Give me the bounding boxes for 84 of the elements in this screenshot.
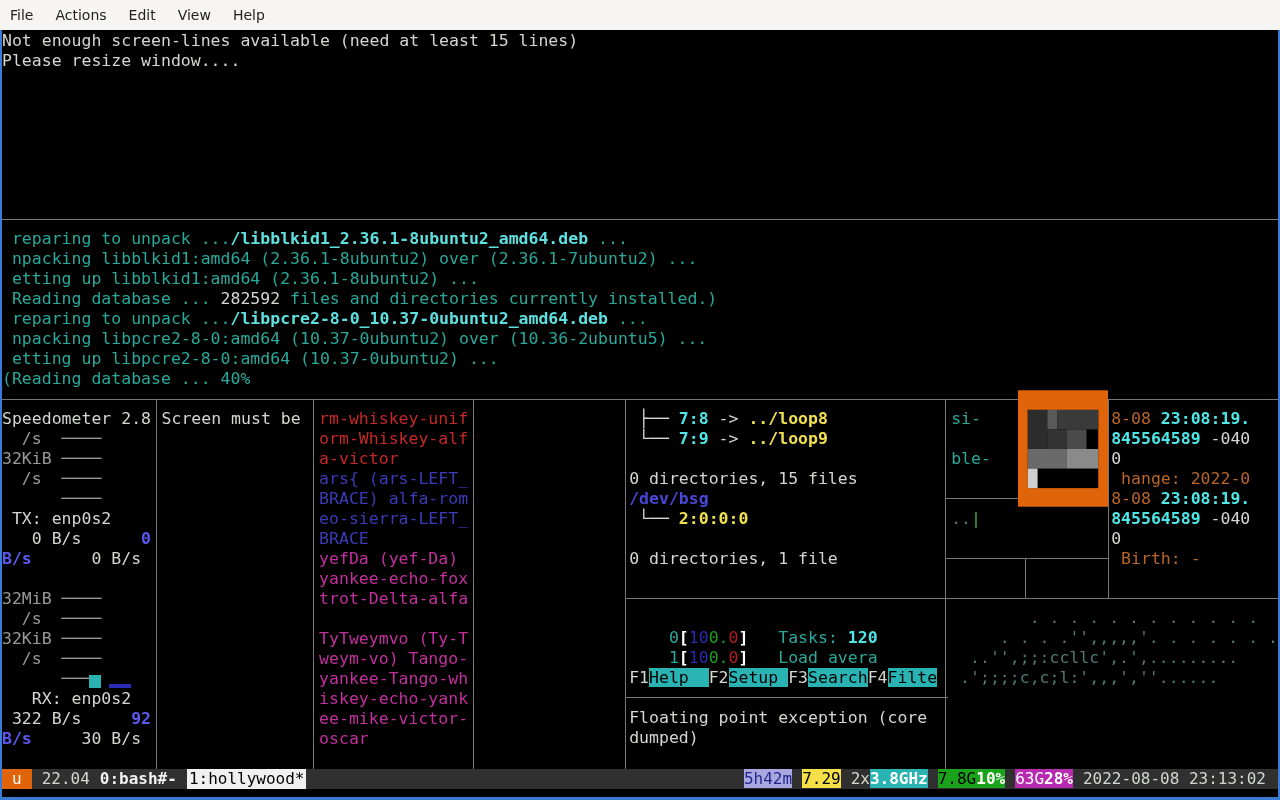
terminal-line: 32KiB ──── — [2, 449, 103, 469]
terminal-line: 845564589 -040 — [1111, 509, 1252, 529]
graph-bar — [109, 684, 132, 688]
terminal-line: Speedometer 2.8 — [2, 409, 152, 429]
terminal-line: oscar — [319, 729, 370, 749]
status-indicator: 5h42m — [743, 769, 793, 789]
menu-item[interactable]: Actions — [55, 4, 107, 26]
terminal-line: 8-08 23:08:19. — [1111, 409, 1252, 429]
status-indicator: 7.29 — [802, 769, 841, 789]
terminal-line: Not enough screen-lines available (need at least 15 lines) — [2, 31, 580, 51]
terminal-line: 0 directories, 15 files — [629, 469, 859, 489]
terminal-line: reparing to unpack .../libblkid1_2.36.1-8ubuntu2_amd64.deb ... — [10, 229, 629, 249]
terminal-line: yankee-Tango-wh — [319, 669, 470, 689]
terminal-line: ──── — [60, 489, 103, 509]
terminal-line: ..| — [951, 509, 982, 529]
terminal-line: └── 2:0:0:0 — [639, 509, 750, 529]
terminal-line: ble- — [951, 449, 992, 469]
terminal-line: TyTweymvo (Ty-T — [319, 629, 470, 649]
terminal-line: ..'',;;:ccllc',.',......... — [969, 648, 1240, 668]
terminal-line: ee-mike-victor- — [319, 709, 470, 729]
terminal-line: Floating point exception (core — [629, 708, 929, 728]
terminal-line: Birth: - — [1120, 549, 1202, 569]
terminal-line: B/s 0 B/s — [2, 549, 143, 569]
terminal-line: etting up libblkid1:amd64 (2.36.1-8ubuntu2) ... — [10, 269, 480, 289]
terminal-line: yefDa (yef-Da) — [319, 549, 460, 569]
menu-item[interactable]: File — [10, 4, 34, 26]
status-indicator: 7.8G10% — [937, 769, 1006, 789]
terminal-line: npacking libpcre2-8-0:amd64 (10.37-0ubuntu2) over (10.36-2ubuntu5) ... — [10, 329, 709, 349]
terminal-line: a-victor — [319, 449, 400, 469]
terminal-line: B/s 30 B/s — [2, 729, 143, 749]
terminal-line: 32MiB ──── — [2, 589, 103, 609]
terminal-line: iskey-echo-yank — [319, 689, 470, 709]
terminal-line: rm-whiskey-unif — [319, 409, 470, 429]
window-tab[interactable]: 1:hollywood* — [186, 769, 307, 789]
terminal-line: si- — [951, 409, 982, 429]
terminal-line: /s ──── — [20, 429, 103, 449]
window-tab[interactable]: 0:bash#- — [99, 769, 177, 789]
terminal-line: etting up libpcre2-8-0:amd64 (10.37-0ubuntu2) ... — [10, 349, 500, 369]
terminal-line: yankee-echo-fox — [319, 569, 470, 589]
graph-bar — [89, 675, 102, 688]
terminal-line: Screen must be — [161, 409, 302, 429]
terminal-line: ars{ (ars-LEFT_ — [319, 469, 470, 489]
terminal-line: BRACE) alfa-rom — [319, 489, 470, 509]
menu-item[interactable]: Help — [232, 4, 265, 26]
terminal-line: /s ──── — [20, 649, 103, 669]
status-indicator: 2x3.8GHz — [850, 769, 928, 789]
terminal-line: npacking libblkid1:amd64 (2.36.1-8ubuntu2) over (2.36.1-7ubuntu2) ... — [10, 249, 699, 269]
terminal-line: Reading database ... 282592 files and directories currently installed.) — [10, 289, 719, 309]
terminal-line: eo-sierra-LEFT_ — [319, 509, 470, 529]
terminal-line: hange: 2022-0 — [1120, 469, 1252, 489]
terminal-line: 845564589 -040 — [1111, 429, 1252, 449]
terminal-line: . . . .'',,,,,'. . . . . . . — [998, 628, 1278, 648]
terminal-line: 0[100.0] Tasks: 120 — [667, 628, 879, 648]
terminal-line: orm-Whiskey-alf — [319, 429, 470, 449]
version-label: 22.04 — [41, 769, 90, 789]
status-indicator: 2022-08-08 23:13:02 — [1082, 769, 1266, 789]
session-badge: u — [2, 769, 32, 789]
terminal-line: RX: enp0s2 — [30, 689, 133, 709]
menu-item[interactable]: View — [177, 4, 211, 26]
terminal-line: 0 directories, 1 file — [629, 549, 839, 569]
terminal-line: 0 — [1111, 449, 1123, 469]
status-indicator: 63G28% — [1015, 769, 1073, 789]
terminal-line: weym-vo) Tango- — [319, 649, 470, 669]
terminal-line: 32KiB ──── — [2, 629, 103, 649]
terminal-line: └── 7:9 -> ../loop9 — [638, 429, 829, 449]
terminal-line: 0 — [1111, 529, 1123, 549]
terminal-line: /s ──── — [20, 609, 103, 629]
terminal-line: (Reading database ... 40% — [2, 369, 252, 389]
terminal-line: TX: enp0s2 — [10, 509, 113, 529]
terminal-line: 8-08 23:08:19. — [1111, 489, 1252, 509]
terminal-line: . . . . . . . . . . . . — [1028, 608, 1260, 628]
terminal-line: reparing to unpack .../libpcre2-8-0_10.37-0ubuntu2_amd64.deb ... — [10, 309, 649, 329]
terminal-line: /dev/bsg — [629, 489, 710, 509]
terminal-line: ├── 7:8 -> ../loop8 — [638, 409, 829, 428]
terminal-line: Please resize window.... — [2, 51, 242, 71]
terminal-line: 1[100.0] Load avera — [667, 648, 879, 668]
terminal-line: dumped) — [629, 728, 700, 748]
terminal-line: trot-Delta-alfa — [319, 589, 470, 609]
terminal-line: /s ──── — [20, 469, 103, 489]
menu-item[interactable]: Edit — [128, 4, 156, 26]
terminal-line: .';;;;c,c;l:',,,',''...... — [959, 668, 1220, 688]
terminal-line: BRACE — [319, 529, 370, 549]
terminal-line: 0 B/s 0 — [30, 529, 152, 549]
terminal-line: 322 B/s 92 — [10, 709, 152, 729]
